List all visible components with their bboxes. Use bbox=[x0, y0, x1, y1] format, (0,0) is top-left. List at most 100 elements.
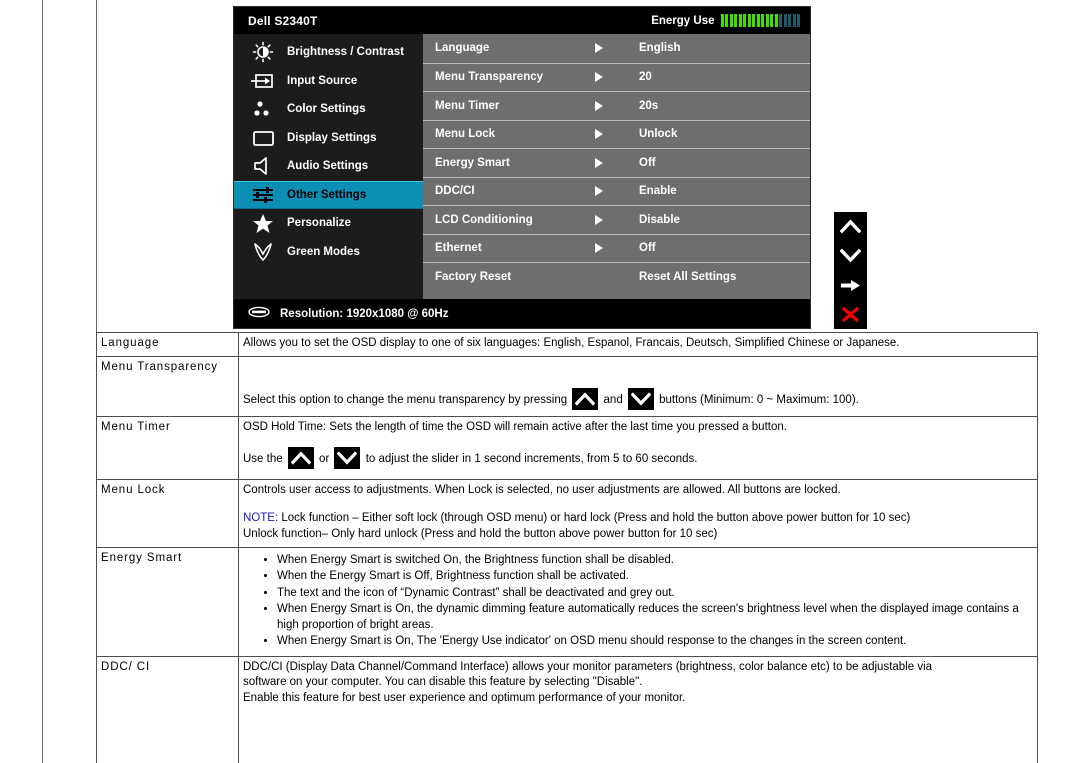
setting-row-ethernet[interactable]: Ethernet Off bbox=[423, 233, 810, 263]
energy-bar-bright bbox=[729, 14, 733, 27]
desc-text-part-c: or bbox=[319, 453, 330, 466]
setting-row-menu-transparency[interactable]: Menu Transparency 20 bbox=[423, 62, 810, 92]
osd-titlebar: Dell S2340T Energy Use bbox=[234, 7, 810, 34]
setting-row-lcd-conditioning[interactable]: LCD Conditioning Disable bbox=[423, 205, 810, 234]
setting-row-menu-timer[interactable]: Menu Timer 20s bbox=[423, 91, 810, 120]
sidebar-label: Other Settings bbox=[287, 188, 367, 201]
energy-bar-bright bbox=[770, 14, 773, 27]
settings-description-table: Language Allows you to set the OSD displ… bbox=[96, 332, 1038, 763]
sidebar-label: Personalize bbox=[287, 217, 351, 230]
energy-bar-bright bbox=[747, 14, 751, 27]
setting-value: Off bbox=[639, 156, 656, 169]
sidebar-item-input-source[interactable]: Input Source bbox=[234, 67, 423, 96]
submenu-arrow-icon bbox=[573, 43, 633, 54]
setting-value: 20 bbox=[639, 71, 652, 84]
down-chevron-icon bbox=[334, 447, 361, 470]
energy-bar-dim bbox=[783, 14, 787, 27]
setting-row-energy-smart[interactable]: Energy Smart Off bbox=[423, 148, 810, 177]
row-desc-menu-transparency: Select this option to change the menu tr… bbox=[238, 355, 1038, 417]
setting-value: Disable bbox=[639, 213, 680, 226]
setting-row-language[interactable]: Language English bbox=[423, 34, 810, 63]
energy-bar-bright bbox=[743, 14, 746, 27]
sidebar-item-audio-settings[interactable]: Audio Settings bbox=[234, 152, 423, 181]
table-row: DDC/ CI DDC/CI (Display Data Channel/Com… bbox=[96, 655, 1038, 763]
row-desc-energy-smart: When Energy Smart is switched On, the Br… bbox=[238, 546, 1038, 657]
setting-value: Off bbox=[639, 242, 656, 255]
setting-value: Reset All Settings bbox=[639, 270, 737, 283]
submenu-arrow-icon bbox=[573, 186, 633, 197]
note-label: NOTE: bbox=[243, 512, 279, 525]
note-line-2: Unlock function– Only hard unlock (Press… bbox=[243, 527, 718, 540]
submenu-arrow-icon bbox=[573, 214, 633, 225]
setting-label: Energy Smart bbox=[435, 156, 510, 169]
setting-value: English bbox=[639, 42, 681, 55]
desc-line-1: DDC/CI (Display Data Channel/Command Int… bbox=[243, 660, 933, 673]
energy-use-label: Energy Use bbox=[651, 14, 715, 27]
desc-line-3: Enable this feature for best user experi… bbox=[243, 691, 686, 704]
sidebar-label: Green Modes bbox=[287, 245, 360, 258]
table-row: Menu Transparency Select this option to … bbox=[96, 355, 1038, 417]
setting-label: LCD Conditioning bbox=[435, 213, 533, 226]
energy-use-indicator: Energy Use bbox=[651, 14, 800, 27]
setting-label: DDC/CI bbox=[435, 185, 475, 198]
sidebar-item-brightness-contrast[interactable]: Brightness / Contrast bbox=[234, 38, 423, 67]
setting-label: Menu Transparency bbox=[435, 71, 544, 84]
down-chevron-icon[interactable] bbox=[834, 241, 867, 270]
setting-value: Enable bbox=[639, 185, 677, 198]
audio-settings-icon bbox=[248, 155, 278, 177]
energy-use-bars bbox=[720, 14, 800, 27]
up-chevron-icon[interactable] bbox=[834, 212, 867, 241]
desc-text: Allows you to set the OSD display to one… bbox=[243, 337, 900, 349]
display-settings-icon bbox=[248, 127, 278, 149]
row-label-energy-smart: Energy Smart bbox=[96, 546, 239, 657]
sidebar-item-display-settings[interactable]: Display Settings bbox=[234, 124, 423, 153]
sidebar-label: Input Source bbox=[287, 74, 358, 87]
table-row: Language Allows you to set the OSD displ… bbox=[96, 332, 1038, 357]
sidebar-item-color-settings[interactable]: Color Settings bbox=[234, 95, 423, 124]
sidebar-item-other-settings[interactable]: Other Settings bbox=[234, 180, 423, 209]
desc-text-part-b: Use the bbox=[243, 453, 283, 466]
setting-row-menu-lock[interactable]: Menu Lock Unlock bbox=[423, 119, 810, 149]
desc-text-part-d: to adjust the slider in 1 second increme… bbox=[365, 453, 698, 466]
brightness-icon bbox=[248, 41, 278, 63]
other-settings-icon bbox=[248, 184, 278, 206]
energy-bar-bright bbox=[761, 14, 764, 27]
setting-label: Ethernet bbox=[435, 242, 482, 255]
energy-bar-dim bbox=[788, 14, 791, 27]
setting-label: Menu Lock bbox=[435, 128, 496, 141]
setting-label: Factory Reset bbox=[435, 270, 512, 283]
row-label-menu-transparency: Menu Transparency bbox=[96, 355, 239, 417]
monitor-icon bbox=[248, 305, 270, 323]
list-item: When Energy Smart is On, The 'Energy Use… bbox=[277, 634, 1033, 650]
list-item: The text and the icon of “Dynamic Contra… bbox=[277, 586, 1033, 602]
close-x-icon[interactable] bbox=[834, 300, 867, 329]
desc-text: Controls user access to adjustments. Whe… bbox=[243, 483, 841, 496]
sidebar-item-personalize[interactable]: Personalize bbox=[234, 209, 423, 238]
submenu-arrow-icon bbox=[573, 100, 633, 111]
input-source-icon bbox=[248, 70, 278, 92]
sidebar-label: Color Settings bbox=[287, 103, 366, 116]
energy-bar-bright bbox=[752, 14, 755, 27]
energy-bar-bright bbox=[725, 14, 728, 27]
row-desc-ddc-ci: DDC/CI (Display Data Channel/Command Int… bbox=[238, 655, 1038, 763]
setting-label: Menu Timer bbox=[435, 99, 500, 112]
color-settings-icon bbox=[248, 98, 278, 120]
row-label-menu-lock: Menu Lock bbox=[96, 478, 239, 548]
setting-value: 20s bbox=[639, 99, 659, 112]
right-arrow-icon[interactable] bbox=[834, 271, 867, 300]
setting-value: Unlock bbox=[639, 128, 678, 141]
setting-row-ddc-ci[interactable]: DDC/CI Enable bbox=[423, 176, 810, 206]
sidebar-item-green-modes[interactable]: Green Modes bbox=[234, 238, 423, 267]
resolution-text: Resolution: 1920x1080 @ 60Hz bbox=[280, 307, 449, 320]
energy-bar-dim bbox=[797, 14, 800, 27]
setting-label: Language bbox=[435, 42, 490, 55]
list-item: When Energy Smart is switched On, the Br… bbox=[277, 553, 1033, 569]
down-chevron-icon bbox=[627, 387, 654, 410]
setting-row-factory-reset[interactable]: Factory Reset Reset All Settings bbox=[423, 262, 810, 291]
energy-bar-dim bbox=[779, 14, 782, 27]
up-chevron-icon bbox=[287, 447, 314, 470]
left-margin-rule-outer bbox=[42, 0, 43, 763]
page-root: Dell S2340T Energy Use Brightness / Cont… bbox=[0, 0, 1080, 763]
energy-bar-bright bbox=[756, 14, 760, 27]
table-row: Energy Smart When Energy Smart is switch… bbox=[96, 546, 1038, 657]
